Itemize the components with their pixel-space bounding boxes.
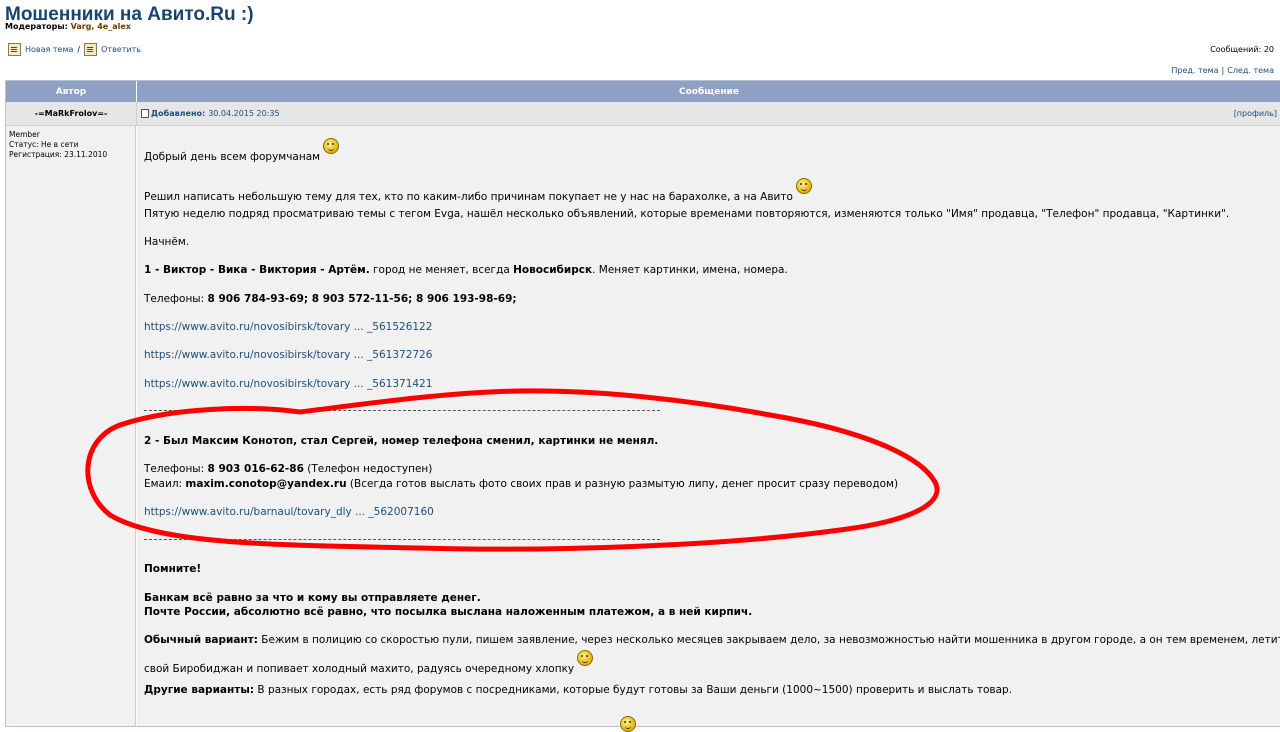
messages-count: Сообщений: 20 [1210,45,1274,54]
new-topic-icon[interactable] [8,43,21,56]
author-info: Member Статус: Не в сети Регистрация: 23… [6,126,136,726]
moderators-label: Модераторы: [5,22,68,31]
smile-icon [323,138,340,154]
smile-icon [795,178,812,194]
smile-icon [577,650,594,666]
prev-topic-link[interactable]: Пред. тема [1171,66,1218,75]
posts-table: Автор Сообщение -=MaRkFrolov=- Добавлено… [5,80,1280,732]
post-greeting: Добрый день всем форумчанам [144,138,340,163]
actions-separator: / [77,45,81,54]
other-variants: Другие варианты: В разных городах, есть … [144,684,1013,696]
author-registration: Регистрация: 23.11.2010 [9,150,108,159]
post-added-label: Добавлено: [151,109,206,118]
usual-variant: Обычный вариант: Бежим в полицию со скор… [144,634,1280,646]
post-author-name[interactable]: -=MaRkFrolov=- [6,102,137,126]
case2-email: Емаил: maxim.conotop@yandex.ru (Всегда г… [144,478,899,490]
post-start: Начнём. [144,236,190,248]
author-status: Статус: Не в сети [9,140,79,149]
usual-variant-cont: свой Биробиджан и попивает холодный махи… [144,650,594,675]
author-role: Member [9,130,40,139]
message-column-header: Сообщение [137,81,1280,102]
next-topic-link[interactable]: След. тема [1227,66,1274,75]
new-topic-link[interactable]: Новая тема [25,45,73,54]
topic-nav-separator: | [1221,66,1225,75]
reply-link[interactable]: Ответить [101,45,141,54]
post-document-icon [141,109,149,118]
case1-phones: Телефоны: 8 906 784-93-69; 8 903 572-11-… [144,293,517,305]
post-intro: Решил написать небольшую тему для тех, к… [144,178,812,203]
separator-line [144,410,660,411]
remember-heading: Помните! [144,563,202,575]
case1-link[interactable]: https://www.avito.ru/novosibirsk/tovary … [144,378,432,390]
topic-navigation: Пред. тема | След. тема [1171,66,1274,75]
post-header: Добавлено: 30.04.2015 20:35 [профиль] [137,102,1280,126]
case2-phones: Телефоны: 8 903 016-62-86 (Телефон недос… [144,463,433,475]
post-office-warning: Почте России, абсолютно всё равно, что п… [144,606,753,618]
separator-line [144,539,660,540]
smile-icon [620,716,636,732]
post-body: Добрый день всем форумчанам Решил написа… [137,126,1280,732]
post-date: 30.04.2015 20:35 [208,109,280,118]
case2-link[interactable]: https://www.avito.ru/barnaul/tovary_dly … [144,506,434,518]
case2-line: 2 - Был Максим Конотоп, стал Сергей, ном… [144,435,659,447]
moderators-line: Модераторы: Varg, 4e_alex [5,22,131,31]
topic-actions: Новая тема / Ответить [8,43,141,56]
reply-icon[interactable] [84,43,98,56]
post-week-paragraph: Пятую неделю подряд просматриваю темы с … [144,208,1230,220]
moderators-names[interactable]: Varg, 4e_alex [71,22,131,31]
smile-icon-partial [617,716,636,732]
case1-link[interactable]: https://www.avito.ru/novosibirsk/tovary … [144,349,432,361]
author-column-header: Автор [6,81,137,102]
profile-link[interactable]: [профиль] [1234,109,1277,118]
case1-line: 1 - Виктор - Вика - Виктория - Артём. го… [144,264,788,276]
case1-link[interactable]: https://www.avito.ru/novosibirsk/tovary … [144,321,432,333]
banks-warning: Банкам всё равно за что и кому вы отправ… [144,592,481,604]
